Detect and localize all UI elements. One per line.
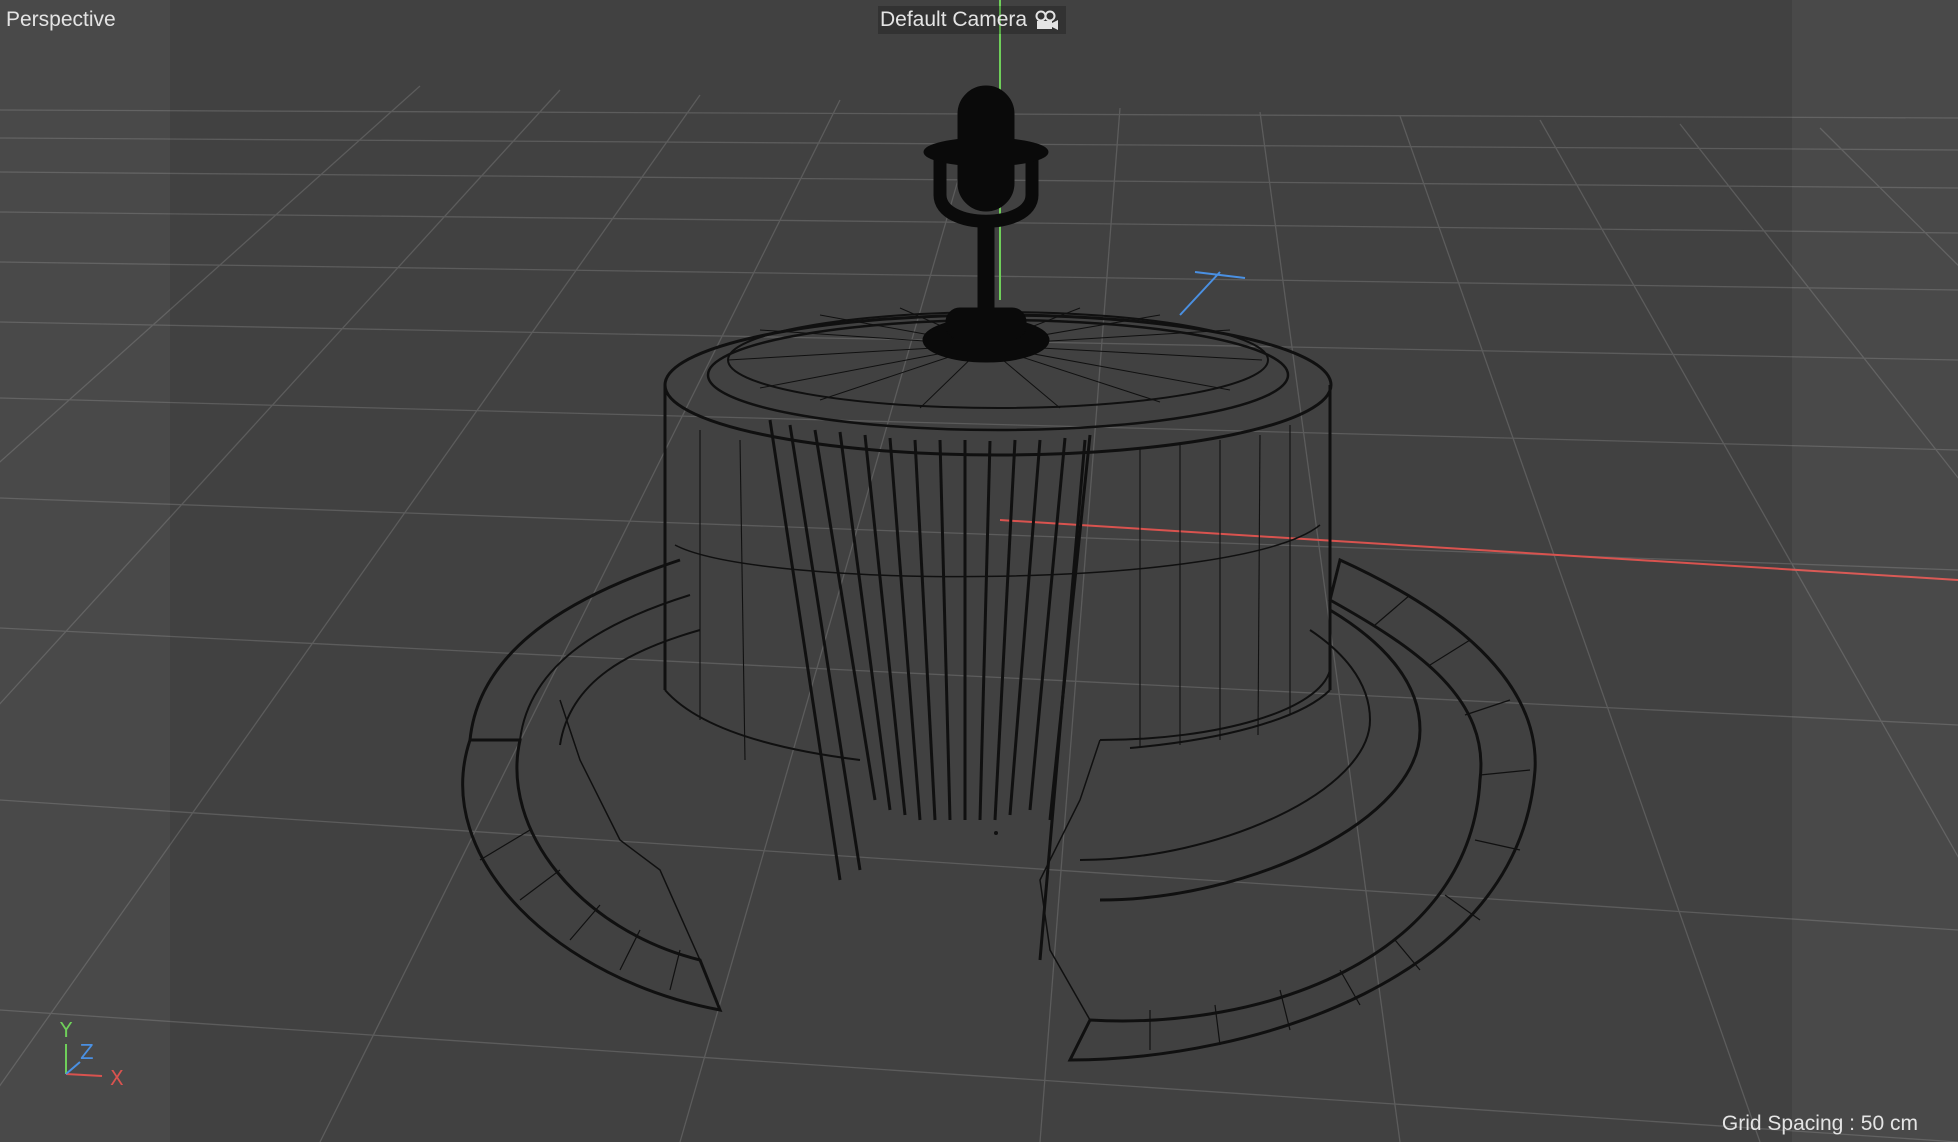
axis-gizmo: Y Z X [56, 1014, 136, 1094]
left-safe-frame [0, 0, 170, 1142]
grid-spacing-label: Grid Spacing : 50 cm [1721, 1112, 1918, 1135]
ring-stairs-mesh[interactable] [461, 557, 1537, 1062]
camera-icon [1035, 10, 1059, 30]
camera-name-label: Default Camera [880, 8, 1028, 31]
scene-canvas[interactable] [0, 0, 1958, 1142]
camera-selector[interactable]: Default Camera [878, 6, 1067, 34]
right-safe-frame [1792, 0, 1958, 1142]
axis-y-label: Y [60, 1018, 73, 1042]
view-name-label[interactable]: Perspective [6, 6, 116, 34]
axis-x-label: X [110, 1066, 124, 1090]
axis-z-label: Z [80, 1040, 94, 1064]
cylinder-stage-mesh[interactable] [663, 307, 1333, 961]
origin-dot [994, 831, 998, 835]
3d-viewport[interactable]: Perspective Default Camera Grid Spacing … [0, 0, 1958, 1142]
